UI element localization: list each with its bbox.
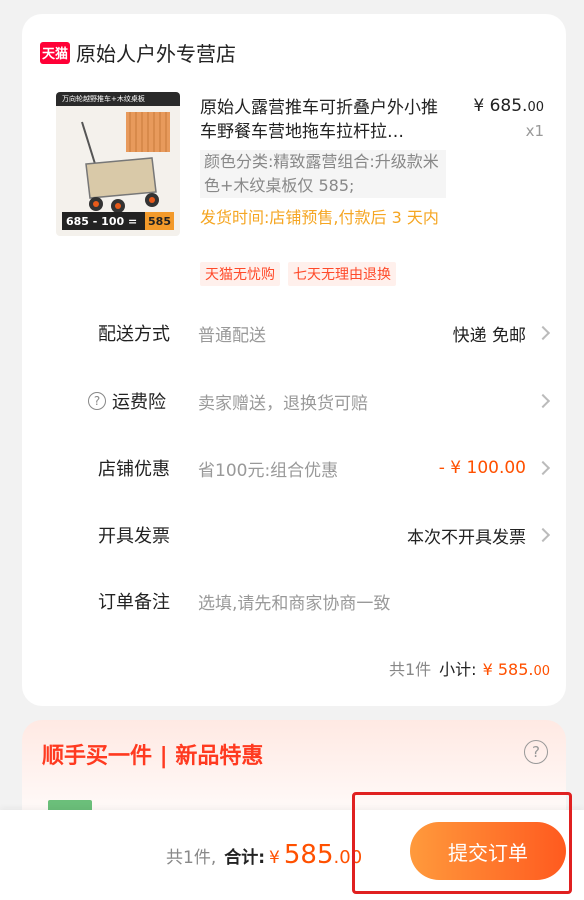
invoice-label: 开具发票 bbox=[98, 526, 170, 547]
note-label: 订单备注 bbox=[98, 592, 170, 613]
note-row[interactable]: 订单备注 选填,请先和商家协商一致 bbox=[98, 586, 548, 616]
product-price: ¥ 685.00 bbox=[473, 96, 544, 116]
tag-worry-free: 天猫无忧购 bbox=[200, 262, 280, 286]
product-image[interactable]: 万向轮越野推车+木纹桌板 685 - 100 = 585 bbox=[56, 92, 180, 236]
discount-value: 省100元:组合优惠 bbox=[198, 460, 339, 481]
chevron-right-icon bbox=[535, 325, 551, 341]
invoice-row[interactable]: 开具发票 本次不开具发票 bbox=[98, 520, 551, 550]
subtotal-amount: ¥ 585.00 bbox=[482, 660, 550, 679]
annotation-highlight-box bbox=[352, 792, 572, 894]
delivery-value: 普通配送 bbox=[198, 325, 266, 346]
shop-header[interactable]: 天猫 原始人户外专营店 bbox=[40, 38, 236, 67]
product-spec[interactable]: 颜色分类:精致露营组合:升级款米色+木纹桌板仅 585; bbox=[200, 150, 446, 198]
delivery-label: 配送方式 bbox=[98, 324, 170, 345]
total-label: 合计: bbox=[224, 848, 266, 868]
question-icon[interactable]: ? bbox=[88, 392, 106, 410]
order-total: 共1件, 合计: ¥ 585 .00 bbox=[166, 840, 362, 870]
subtotal-count: 共1件 bbox=[388, 660, 432, 679]
product-image-caption: 万向轮越野推车+木纹桌板 bbox=[56, 92, 180, 106]
shop-order-card: 天猫 原始人户外专营店 万向轮越野推车+木纹桌板 685 - 100 = 585… bbox=[22, 14, 566, 706]
total-amount: 585 bbox=[283, 840, 334, 870]
tag-7day-return: 七天无理由退换 bbox=[288, 262, 396, 286]
delivery-method: 快递 免邮 bbox=[452, 325, 526, 346]
chevron-right-icon bbox=[535, 393, 551, 409]
help-icon[interactable]: ? bbox=[524, 740, 548, 764]
product-image-pricebar: 685 - 100 = 585 bbox=[62, 212, 174, 230]
note-input[interactable]: 选填,请先和商家协商一致 bbox=[198, 589, 548, 614]
total-count: 共1件, bbox=[166, 848, 217, 868]
promo-title: 顺手买一件 | 新品特惠 bbox=[42, 744, 264, 769]
chevron-right-icon bbox=[535, 527, 551, 543]
shop-name[interactable]: 原始人户外专营店 bbox=[76, 38, 236, 67]
chevron-right-icon bbox=[535, 460, 551, 476]
ship-time: 发货时间:店铺预售,付款后 3 天内 bbox=[200, 208, 439, 227]
delivery-row[interactable]: 配送方式 普通配送 快递 免邮 bbox=[98, 318, 551, 348]
product-title[interactable]: 原始人露营推车可折叠户外小推车野餐车营地拖车拉杆拉… bbox=[200, 96, 448, 144]
discount-row[interactable]: 店铺优惠 省100元:组合优惠 - ¥ 100.00 bbox=[98, 453, 551, 483]
service-tags: 天猫无忧购 七天无理由退换 bbox=[200, 262, 396, 286]
discount-amount: - ¥ 100.00 bbox=[438, 458, 526, 478]
discount-label: 店铺优惠 bbox=[98, 459, 170, 480]
subtotal-label: 小计: bbox=[439, 660, 477, 679]
total-currency: ¥ bbox=[269, 848, 280, 868]
insurance-value: 卖家赠送，退换货可赔 bbox=[198, 393, 368, 414]
insurance-label: 运费险 bbox=[112, 392, 166, 413]
product-quantity: x1 bbox=[525, 122, 544, 140]
insurance-label-wrap: ? 运费险 bbox=[88, 388, 198, 414]
subtotal: 共1件 小计: ¥ 585.00 bbox=[389, 656, 550, 680]
invoice-value: 本次不开具发票 bbox=[407, 527, 526, 548]
insurance-row[interactable]: ? 运费险 卖家赠送，退换货可赔 bbox=[88, 386, 551, 416]
tmall-logo-icon: 天猫 bbox=[40, 41, 70, 64]
